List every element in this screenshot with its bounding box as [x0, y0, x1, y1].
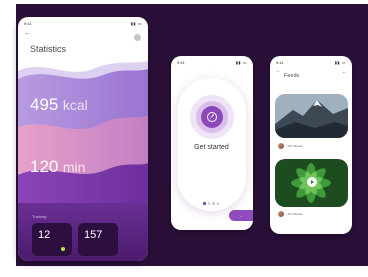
- duration-unit: min: [62, 159, 86, 175]
- stat-card-value: 12: [38, 229, 51, 241]
- onboarding-screen: 9:41 ▮▮ ▭ Get started →: [171, 56, 253, 230]
- stat-card[interactable]: 12: [32, 223, 72, 256]
- calories-value: 495: [30, 95, 59, 114]
- back-arrow-icon[interactable]: ←: [276, 68, 281, 74]
- next-button[interactable]: →: [229, 210, 253, 221]
- play-icon[interactable]: [307, 177, 317, 187]
- get-started-heading: Get started: [194, 144, 229, 151]
- stat-card-value: 157: [84, 229, 103, 241]
- status-dot-icon: [61, 247, 65, 251]
- avatar: [278, 211, 284, 217]
- author-name: John Brown: [287, 212, 303, 216]
- feed-author[interactable]: John Brown: [278, 211, 303, 217]
- status-bar: 9:41 ▮▮ ▭: [177, 59, 247, 65]
- statistics-screen: 9:41 ▮▮ ▭ ← Statistics 495 kcal 120 min …: [18, 17, 148, 261]
- page-dot[interactable]: [212, 202, 215, 205]
- status-time: 9:41: [24, 20, 32, 26]
- settings-icon[interactable]: [134, 34, 141, 41]
- calories-metric: 495 kcal: [30, 95, 88, 115]
- page-indicator: [203, 202, 219, 205]
- back-arrow-icon[interactable]: ←: [24, 30, 31, 37]
- feed-image-mountain[interactable]: [275, 94, 348, 138]
- feed-image-plant[interactable]: [275, 159, 348, 207]
- page-dot[interactable]: [216, 202, 219, 205]
- next-arrow-icon: →: [239, 213, 243, 218]
- signal-battery-icon: ▮▮ ▭: [130, 20, 142, 26]
- mountain-image: [275, 94, 348, 138]
- page-dot[interactable]: [203, 202, 206, 205]
- calories-unit: kcal: [62, 97, 88, 113]
- training-label: Training: [32, 214, 47, 219]
- stat-card[interactable]: 157: [78, 223, 118, 256]
- compass-icon: [190, 95, 234, 139]
- signal-battery-icon: ▮▮ ▭: [334, 59, 346, 65]
- filter-icon[interactable]: ⌄: [342, 69, 346, 75]
- status-time: 9:41: [177, 59, 185, 65]
- signal-battery-icon: ▮▮ ▭: [235, 59, 247, 65]
- feed-author[interactable]: John Brown: [278, 143, 303, 149]
- status-time: 9:41: [276, 59, 284, 65]
- avatar: [278, 143, 284, 149]
- feeds-screen: 9:41 ▮▮ ▭ ← ⌄ Feeds John Brown John Brow…: [270, 56, 352, 234]
- duration-metric: 120 min: [30, 157, 85, 177]
- author-name: John Brown: [287, 144, 303, 148]
- page-dot[interactable]: [207, 202, 210, 205]
- stats-wave-chart: [18, 61, 148, 207]
- duration-value: 120: [30, 157, 59, 176]
- page-title: Statistics: [30, 44, 67, 54]
- page-title: Feeds: [284, 73, 300, 79]
- status-bar: 9:41 ▮▮ ▭: [276, 59, 346, 65]
- status-bar: 9:41 ▮▮ ▭: [24, 20, 142, 26]
